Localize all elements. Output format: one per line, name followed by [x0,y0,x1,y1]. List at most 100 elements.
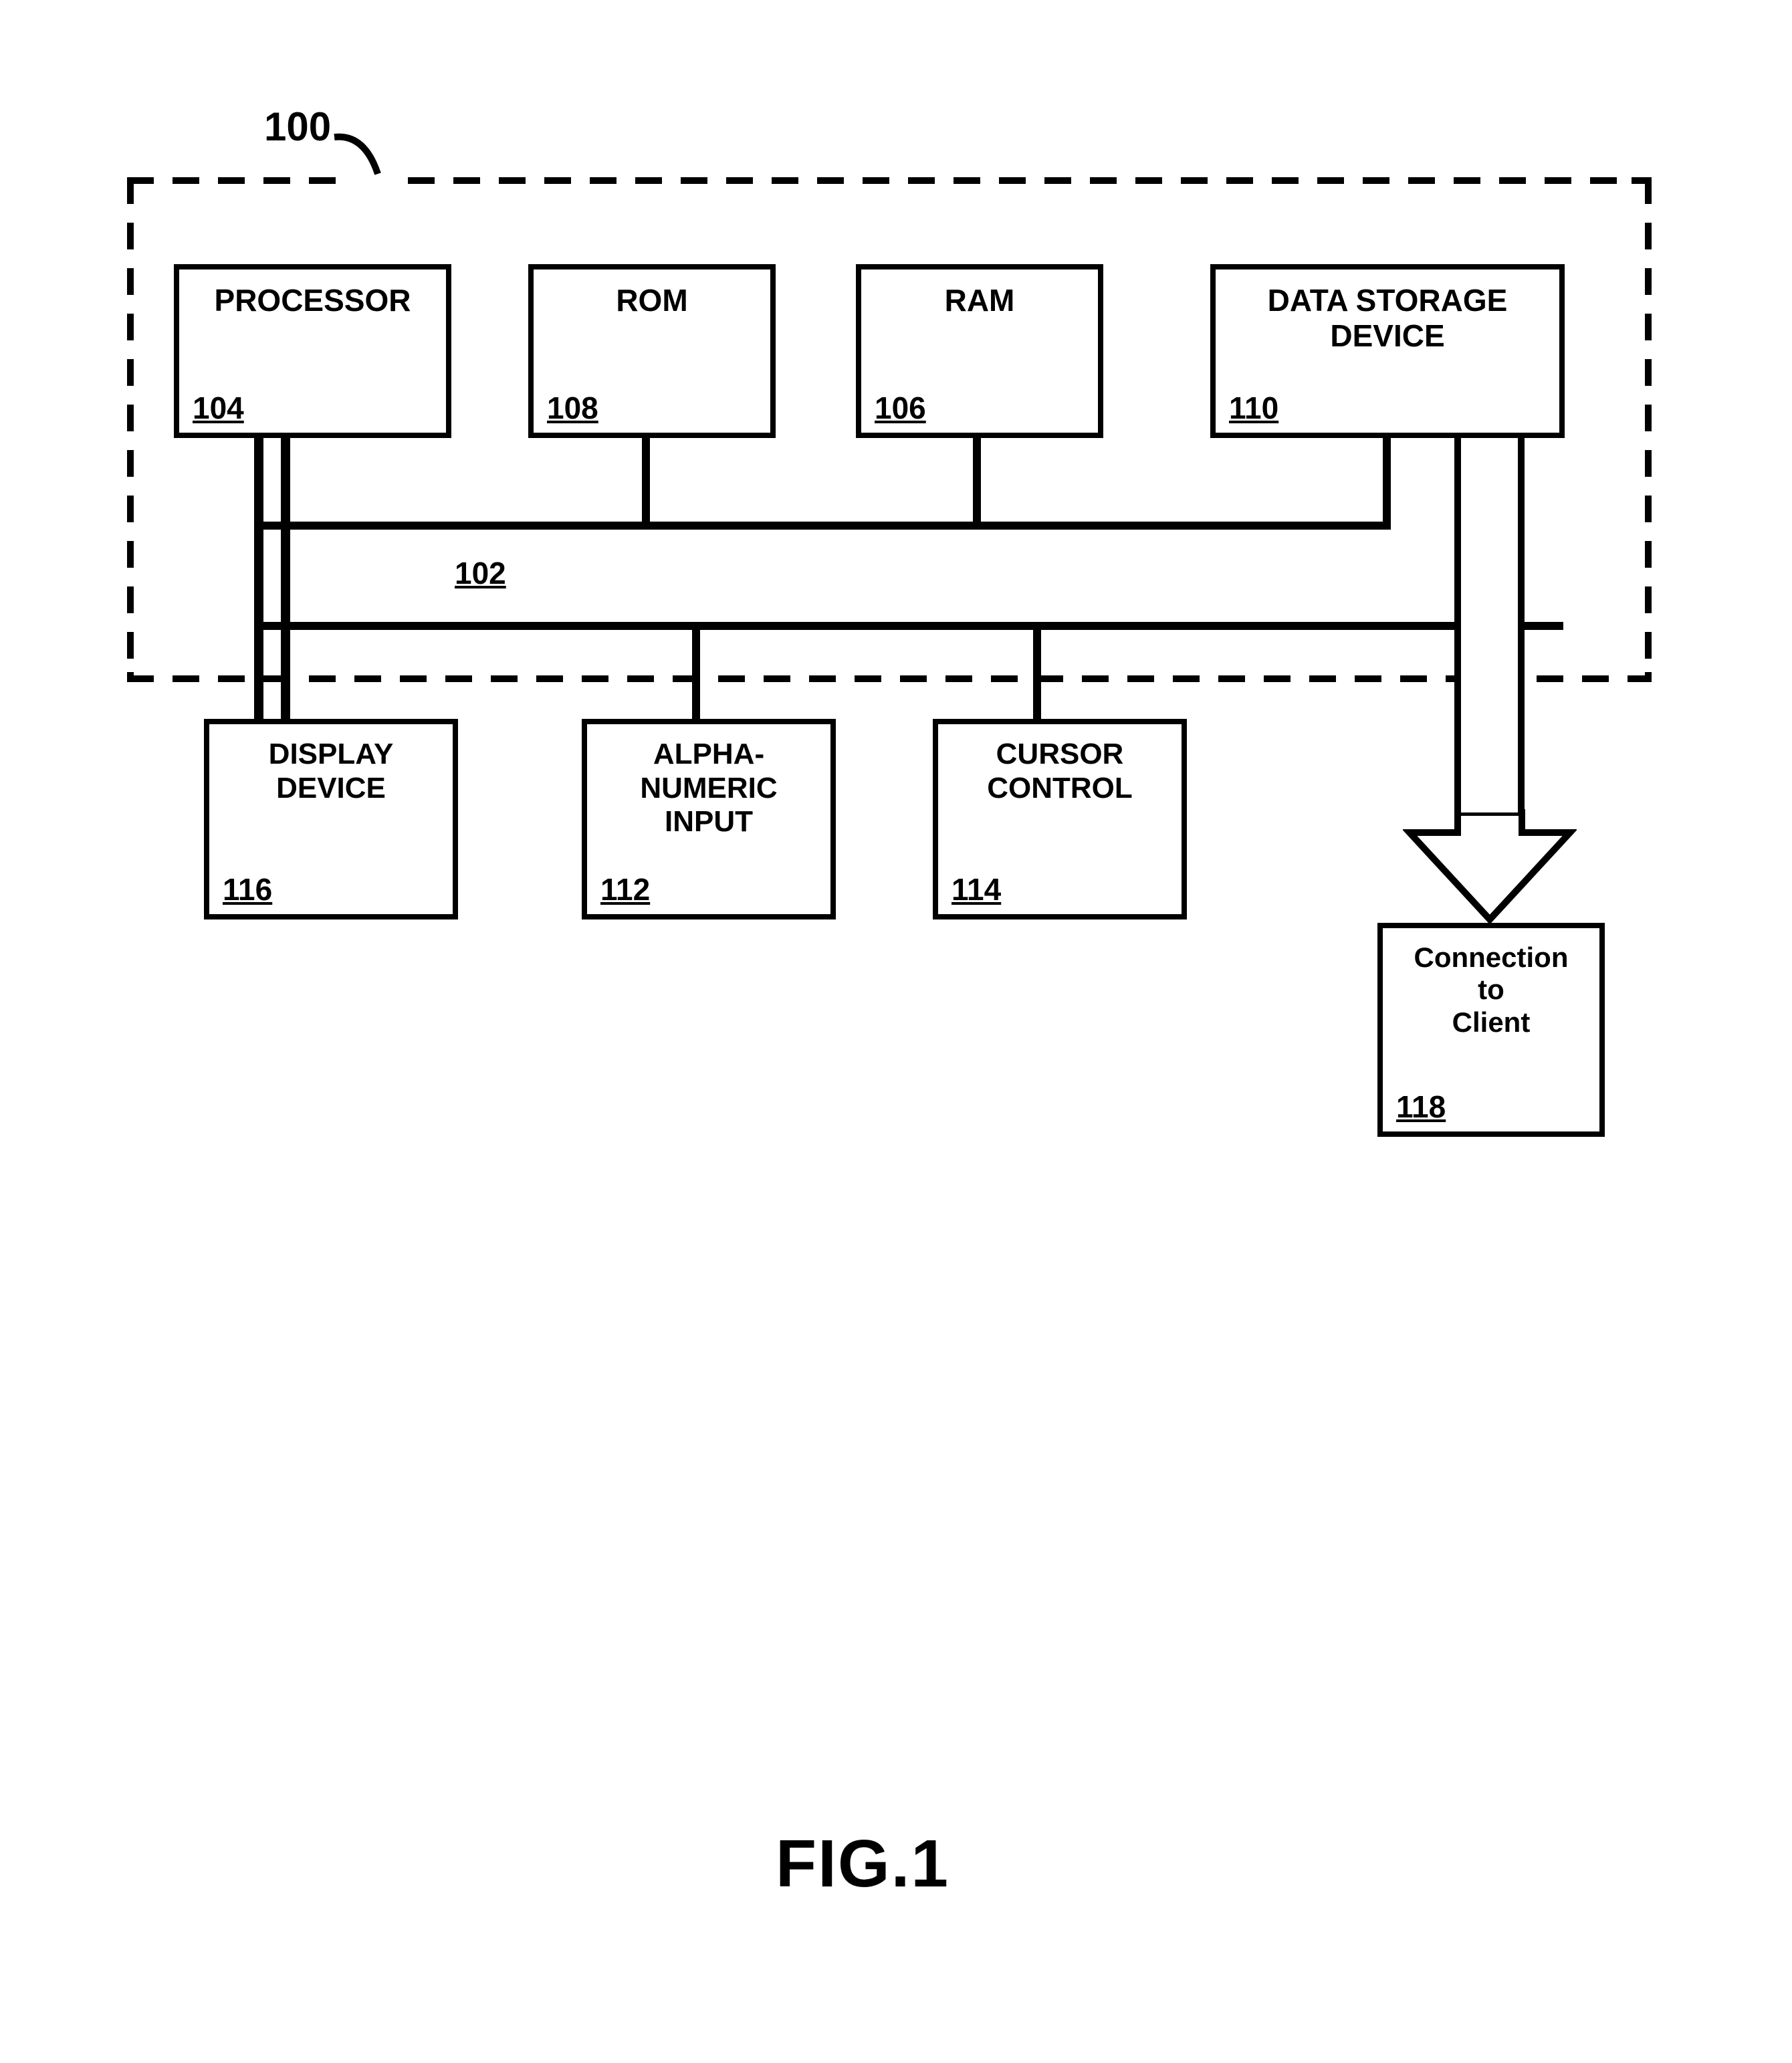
boundary-dash [354,675,381,682]
boundary-dash [1400,675,1427,682]
boundary-dash [1090,177,1117,184]
boundary-dash [173,177,199,184]
boundary-dash [1582,675,1609,682]
boundary-dash [127,496,134,522]
figure-label: FIG.1 [776,1826,949,1903]
boundary-dash [1537,675,1563,682]
boundary-dash [1645,672,1652,682]
cursor-ref: 114 [951,871,1001,907]
storage-label: DATA STORAGE DEVICE [1268,283,1508,354]
boundary-dash [1173,675,1200,682]
boundary-dash [1317,177,1344,184]
storage-box: DATA STORAGE DEVICE 110 [1210,264,1565,438]
processor-ref: 104 [193,390,244,426]
boundary-dash [1363,177,1389,184]
alphanum-ref: 112 [600,871,650,907]
boundary-dash [1272,177,1299,184]
boundary-dash [1645,359,1652,386]
boundary-dash [1044,177,1071,184]
connector [973,438,981,528]
connector [254,438,263,719]
boundary-dash [445,675,472,682]
boundary-dash [309,675,336,682]
boundary-dash [127,541,134,568]
connection-box: Connection to Client 118 [1377,923,1605,1137]
boundary-dash [127,314,134,340]
boundary-dash [408,177,435,184]
connector [1383,438,1391,528]
boundary-dash [1545,177,1571,184]
boundary-dash [1226,177,1253,184]
boundary-dash [1645,405,1652,431]
boundary-dash [954,177,980,184]
boundary-dash [127,177,134,204]
boundary-dash [809,675,836,682]
boundary-dash [817,177,844,184]
boundary-dash [1181,177,1208,184]
cursor-box: CURSOR CONTROL 114 [933,719,1187,919]
boundary-dash [908,177,935,184]
display-ref: 116 [223,871,272,907]
connection-label: Connection to Client [1414,942,1569,1039]
bus-line [1555,622,1563,630]
bus-line [254,622,1563,630]
system-ref: 100 [264,104,331,150]
storage-ref: 110 [1229,390,1278,426]
boundary-dash [536,675,563,682]
boundary-dash [1645,541,1652,568]
boundary-dash [218,675,245,682]
boundary-dash [1127,675,1154,682]
boundary-dash [726,177,753,184]
boundary-dash [491,675,518,682]
alphanum-label: ALPHA- NUMERIC INPUT [640,738,777,839]
rom-label: ROM [616,283,687,318]
bus-line [254,522,1391,530]
arrow-fill [1461,438,1518,812]
boundary-dash [453,177,480,184]
boundary-dash [945,675,972,682]
boundary-dash [218,177,245,184]
boundary-dash [1454,177,1480,184]
boundary-dash [499,177,526,184]
boundary-dash [855,675,881,682]
ram-ref: 106 [875,390,926,426]
boundary-dash [263,177,290,184]
alphanum-box: ALPHA- NUMERIC INPUT 112 [582,719,836,919]
processor-box: PROCESSOR 104 [174,264,451,438]
display-label: DISPLAY DEVICE [269,738,394,805]
processor-label: PROCESSOR [215,283,411,318]
boundary-dash [590,177,617,184]
boundary-dash [627,675,654,682]
rom-ref: 108 [547,390,598,426]
boundary-dash [991,675,1018,682]
boundary-dash [1499,177,1526,184]
boundary-dash [1408,177,1435,184]
boundary-dash [1309,675,1336,682]
boundary-dash [127,586,134,613]
boundary-dash [1645,314,1652,340]
boundary-dash [127,632,134,659]
boundary-dash [127,405,134,431]
boundary-dash [635,177,662,184]
connector [281,438,290,719]
bus-ref: 102 [455,555,506,591]
diagram-page: 100 PROCESSOR 104 ROM 108 RAM 106 DATA S… [0,0,1792,2063]
boundary-dash [999,177,1026,184]
boundary-dash [127,672,134,682]
boundary-dash [544,177,571,184]
boundary-dash [1645,586,1652,613]
boundary-dash [1645,450,1652,477]
boundary-dash [1645,177,1652,204]
boundary-dash [1645,268,1652,295]
boundary-dash [127,450,134,477]
boundary-dash [127,223,134,249]
boundary-dash [1645,496,1652,522]
display-box: DISPLAY DEVICE 116 [204,719,458,919]
boundary-dash [1082,675,1109,682]
rom-box: ROM 108 [528,264,776,438]
connector [642,438,650,528]
boundary-dash [718,675,745,682]
boundary-dash [1645,223,1652,249]
boundary-dash [863,177,889,184]
boundary-dash [764,675,790,682]
